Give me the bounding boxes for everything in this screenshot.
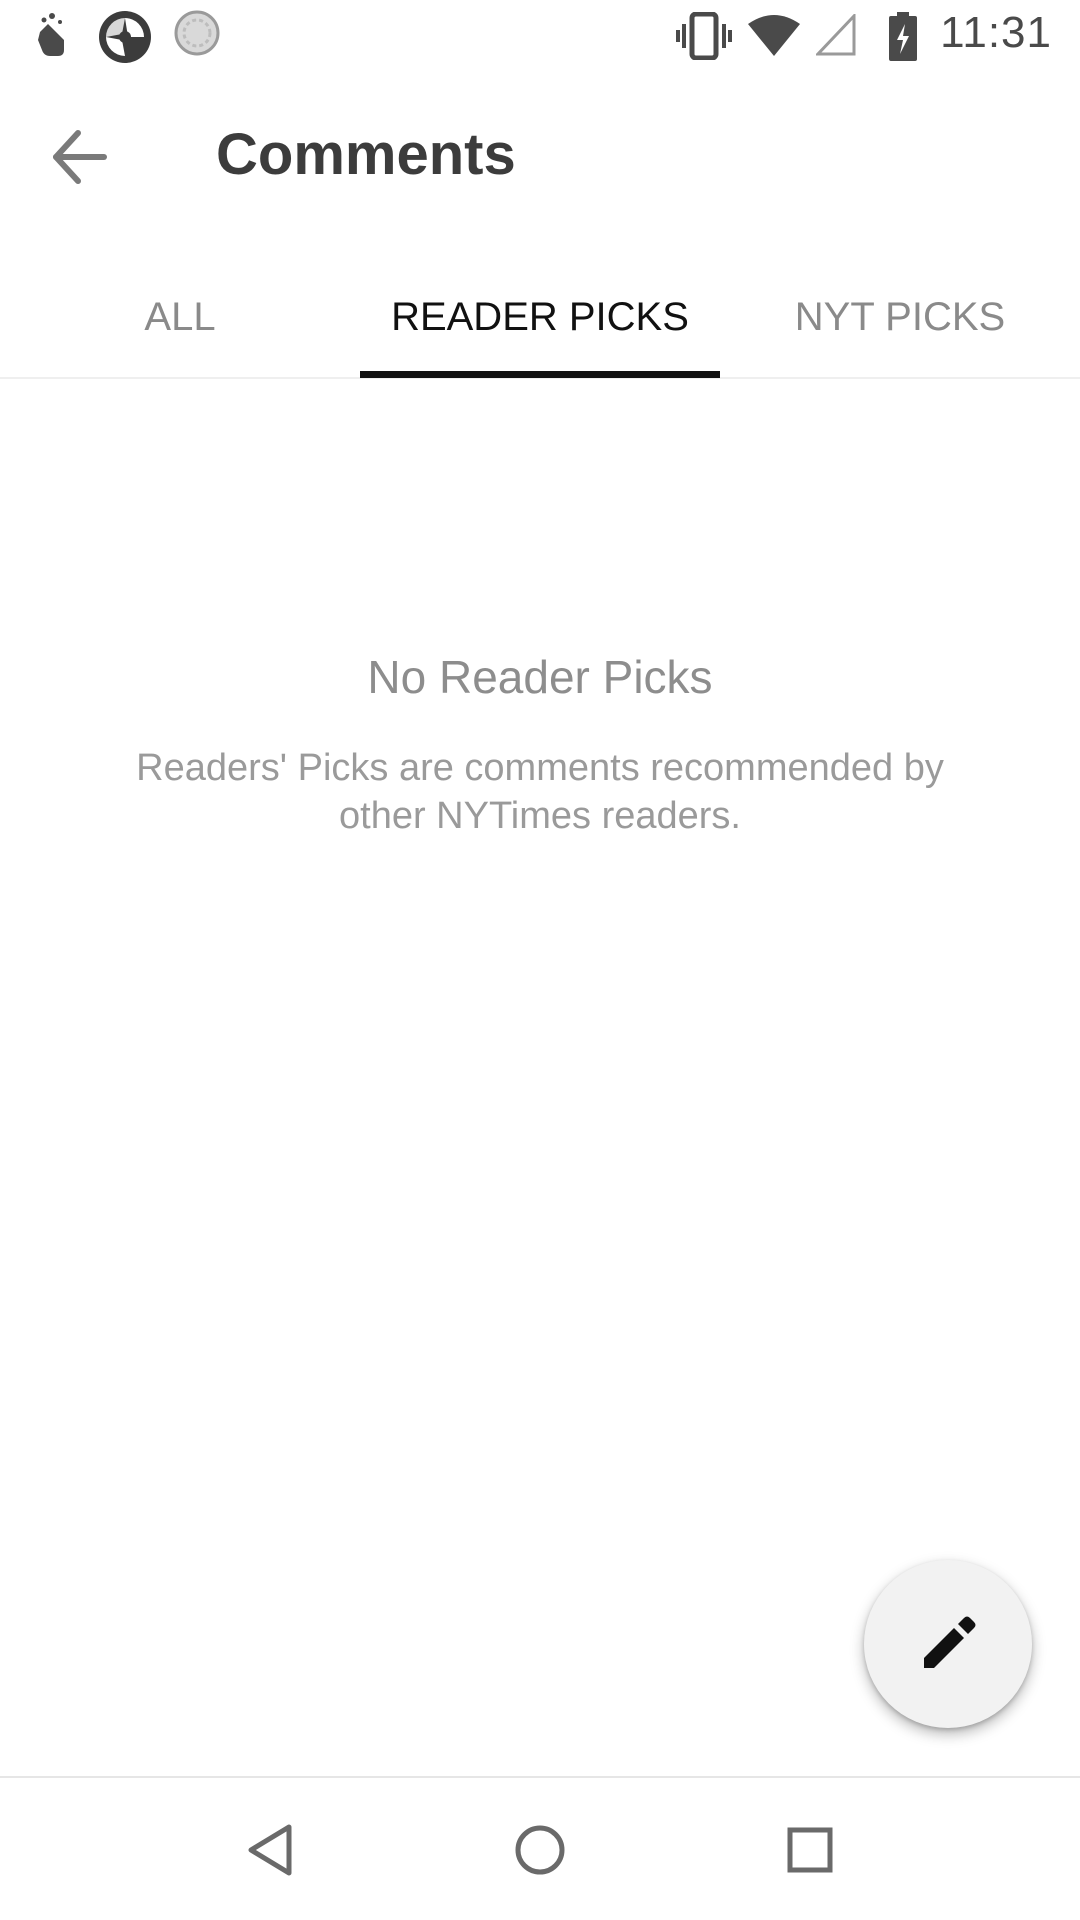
back-button[interactable] xyxy=(46,125,122,189)
nav-back-button[interactable] xyxy=(230,1810,310,1890)
nav-recents-button[interactable] xyxy=(770,1810,850,1890)
app-shutter-icon xyxy=(98,10,152,69)
tab-reader-picks[interactable]: READER PICKS xyxy=(360,255,720,379)
tab-nyt-picks[interactable]: NYT PICKS xyxy=(720,255,1080,379)
vibrate-icon xyxy=(676,11,732,65)
tab-all[interactable]: ALL xyxy=(0,255,360,379)
status-bar: 11:31 xyxy=(0,0,1080,75)
nav-home-button[interactable] xyxy=(500,1810,580,1890)
empty-state-description: Readers' Picks are comments recommended … xyxy=(136,747,944,837)
battery-charging-icon xyxy=(888,12,918,67)
empty-state: No Reader Picks Readers' Picks are comme… xyxy=(0,650,1080,840)
gesture-hand-icon xyxy=(34,10,74,65)
arrow-back-icon xyxy=(53,130,107,184)
system-nav-bar xyxy=(0,1776,1080,1920)
empty-state-title: No Reader Picks xyxy=(367,651,713,703)
status-time: 11:31 xyxy=(940,8,1052,57)
home-circle-icon xyxy=(515,1825,565,1875)
pencil-icon xyxy=(924,1616,976,1668)
write-comment-button[interactable] xyxy=(864,1560,1032,1728)
wifi-icon xyxy=(748,14,800,61)
app-bar: Comments xyxy=(0,75,1080,240)
page-title: Comments xyxy=(216,122,516,187)
back-triangle-icon xyxy=(248,1824,292,1876)
tab-bar: ALL READER PICKS NYT PICKS xyxy=(0,255,1080,379)
tab-indicator xyxy=(360,371,720,378)
recents-square-icon xyxy=(787,1827,833,1873)
sync-circle-icon xyxy=(174,10,220,61)
signal-icon xyxy=(814,12,856,61)
comments-screen: 11:31 Comments ALL READER PICKS NYT PICK… xyxy=(0,0,1080,1920)
